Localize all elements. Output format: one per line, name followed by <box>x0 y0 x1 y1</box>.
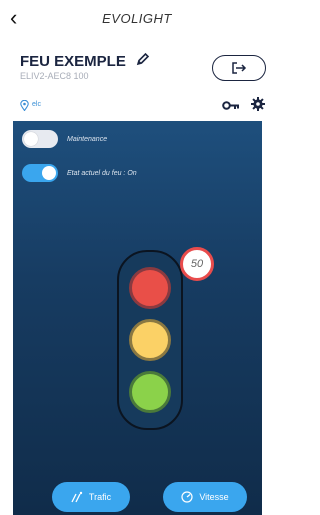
green-lamp[interactable] <box>129 371 171 413</box>
pencil-icon[interactable] <box>136 52 150 66</box>
yellow-lamp[interactable] <box>129 319 171 361</box>
trafic-button[interactable]: Trafic <box>52 482 130 512</box>
device-name: FEU EXEMPLE <box>20 53 126 70</box>
light-state-label: Etat actuel du feu : On <box>67 170 137 177</box>
vitesse-label: Vitesse <box>199 492 229 502</box>
key-icon[interactable] <box>222 100 240 111</box>
logout-icon <box>232 62 247 74</box>
speedometer-icon <box>181 491 193 503</box>
device-header: FEU EXEMPLE ELIV2-AEC8 100 elc <box>0 38 274 118</box>
app-title: EVOLIGHT <box>102 11 172 26</box>
traffic-icon <box>71 491 83 503</box>
red-lamp[interactable] <box>129 267 171 309</box>
speed-limit-badge[interactable]: 50 <box>180 247 214 281</box>
gear-icon[interactable] <box>251 97 265 111</box>
device-id: ELIV2-AEC8 100 <box>20 71 89 81</box>
top-bar: ‹ EVOLIGHT <box>0 0 274 38</box>
location-pin-icon <box>20 100 29 111</box>
toggle-knob <box>24 132 38 146</box>
traffic-light-panel: Maintenance Etat actuel du feu : On 50 T… <box>13 121 262 515</box>
light-state-toggle[interactable] <box>22 164 58 182</box>
maintenance-label: Maintenance <box>67 136 108 143</box>
location-label: elc <box>32 101 41 108</box>
logout-button[interactable] <box>212 55 266 81</box>
trafic-label: Trafic <box>88 492 112 502</box>
vitesse-button[interactable]: Vitesse <box>163 482 247 512</box>
maintenance-toggle[interactable] <box>22 130 58 148</box>
toggle-knob <box>42 166 56 180</box>
speed-limit-value: 50 <box>190 258 204 270</box>
